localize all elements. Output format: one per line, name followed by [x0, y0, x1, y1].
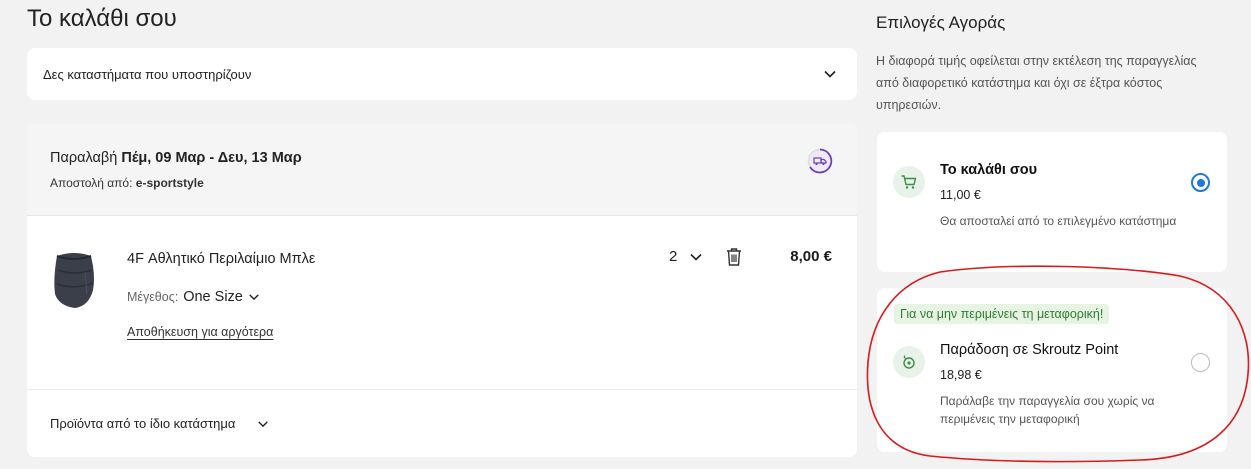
ship-from-store: e-sportstyle	[135, 176, 204, 190]
option-skroutz-point[interactable]: Για να μην περιμένεις τη μεταφορική! Παρ…	[877, 288, 1227, 452]
quantity-selector[interactable]: 2	[669, 248, 703, 265]
option-radio-selected[interactable]	[1191, 173, 1210, 192]
order-card: Παραλαβή Πέμ, 09 Μαρ - Δευ, 13 Μαρ Αποστ…	[27, 124, 857, 457]
option-price: 11,00 €	[940, 188, 981, 202]
supported-stores-label: Δες καταστήματα που υποστηρίζουν	[43, 66, 252, 82]
chevron-down-icon	[249, 294, 259, 301]
promo-badge: Για να μην περιμένεις τη μεταφορική!	[894, 304, 1110, 324]
purchase-options-title: Επιλογές Αγοράς	[876, 13, 1006, 32]
quantity-value: 2	[669, 248, 678, 265]
chevron-down-icon	[690, 253, 702, 261]
size-selector[interactable]: Μέγεθος: One Size	[127, 289, 260, 305]
delivery-truck-icon	[807, 148, 833, 174]
ship-from-info: Αποστολή από: e-sportstyle	[50, 176, 204, 190]
product-name[interactable]: 4F Αθλητικό Περιλαίμιο Μπλε	[127, 251, 315, 267]
pickup-label: Παραλαβή	[50, 150, 118, 166]
pickup-info: Παραλαβή Πέμ, 09 Μαρ - Δευ, 13 Μαρ	[50, 150, 302, 166]
cart-product: 4F Αθλητικό Περιλαίμιο Μπλε Μέγεθος: One…	[27, 216, 857, 390]
product-price: 8,00 €	[790, 248, 832, 265]
option-description: Θα αποσταλεί από το επιλεγμένο κατάστημα	[940, 214, 1177, 228]
option-radio-unselected[interactable]	[1191, 353, 1210, 372]
same-store-label: Προϊόντα από το ίδιο κατάστημα	[50, 416, 236, 431]
option-title: Παράδοση σε Skroutz Point	[940, 342, 1119, 358]
neck-gaiter-image[interactable]	[49, 250, 99, 310]
order-header: Παραλαβή Πέμ, 09 Μαρ - Δευ, 13 Μαρ Αποστ…	[27, 124, 857, 216]
ship-from-label: Αποστολή από:	[50, 176, 133, 190]
chevron-down-icon	[824, 70, 836, 78]
size-label: Μέγεθος:	[127, 290, 179, 304]
save-for-later-link[interactable]: Αποθήκευση για αργότερα	[127, 325, 273, 339]
location-pin-icon	[893, 346, 925, 378]
trash-icon[interactable]	[725, 247, 743, 267]
price-difference-note: Η διαφορά τιμής οφείλεται στην εκτέλεση …	[876, 54, 1197, 112]
pickup-dates: Πέμ, 09 Μαρ - Δευ, 13 Μαρ	[121, 150, 302, 166]
cart-icon	[893, 166, 925, 198]
same-store-products-toggle[interactable]: Προϊόντα από το ίδιο κατάστημα	[50, 416, 269, 431]
chevron-down-icon	[258, 420, 269, 427]
option-title: Το καλάθι σου	[940, 162, 1038, 178]
supported-stores-dropdown[interactable]: Δες καταστήματα που υποστηρίζουν	[27, 48, 857, 100]
option-your-cart[interactable]: Το καλάθι σου 11,00 € Θα αποσταλεί από τ…	[877, 132, 1227, 272]
size-value: One Size	[183, 289, 243, 305]
option-price: 18,98 €	[940, 368, 982, 382]
option-description: Παράλαβε την παραγγελία σου χωρίς να περ…	[940, 394, 1155, 426]
page-title: Το καλάθι σου	[27, 5, 177, 32]
